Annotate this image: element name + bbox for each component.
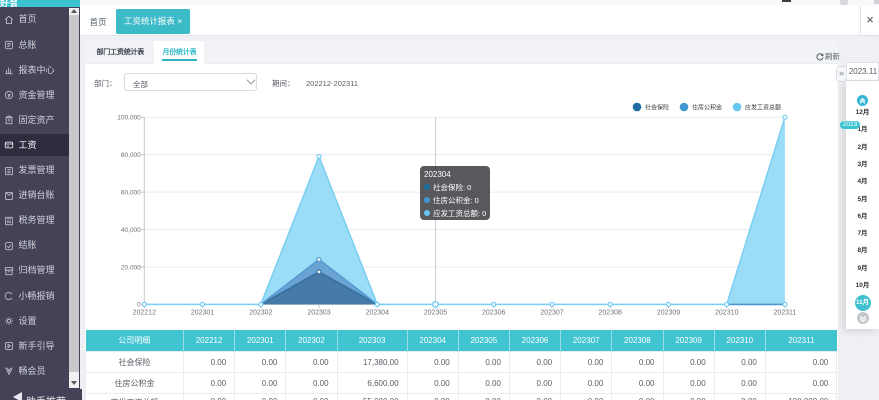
svg-text:80,000: 80,000 bbox=[121, 152, 141, 159]
svg-text:202311: 202311 bbox=[773, 309, 796, 316]
svg-text:202308: 202308 bbox=[599, 309, 622, 316]
svg-text:202305: 202305 bbox=[424, 309, 447, 316]
svg-text:202212: 202212 bbox=[133, 309, 156, 316]
svg-text:202306: 202306 bbox=[482, 309, 505, 316]
svg-text:100,000: 100,000 bbox=[117, 115, 141, 122]
svg-text:202307: 202307 bbox=[540, 309, 563, 316]
svg-text:202301: 202301 bbox=[191, 309, 214, 316]
svg-text:202302: 202302 bbox=[249, 309, 272, 316]
svg-text:202303: 202303 bbox=[307, 309, 330, 316]
svg-text:20,000: 20,000 bbox=[121, 264, 141, 271]
svg-text:202304: 202304 bbox=[366, 309, 389, 316]
svg-text:应发工资总额: 应发工资总额 bbox=[745, 104, 781, 112]
svg-text:202309: 202309 bbox=[657, 309, 680, 316]
svg-text:0: 0 bbox=[137, 302, 141, 309]
svg-text:60,000: 60,000 bbox=[121, 189, 141, 196]
svg-text:40,000: 40,000 bbox=[121, 227, 141, 234]
svg-text:202310: 202310 bbox=[715, 309, 738, 316]
svg-text:社会保险: 社会保险 bbox=[645, 104, 669, 112]
svg-text:住房公积金: 住房公积金 bbox=[692, 104, 722, 112]
